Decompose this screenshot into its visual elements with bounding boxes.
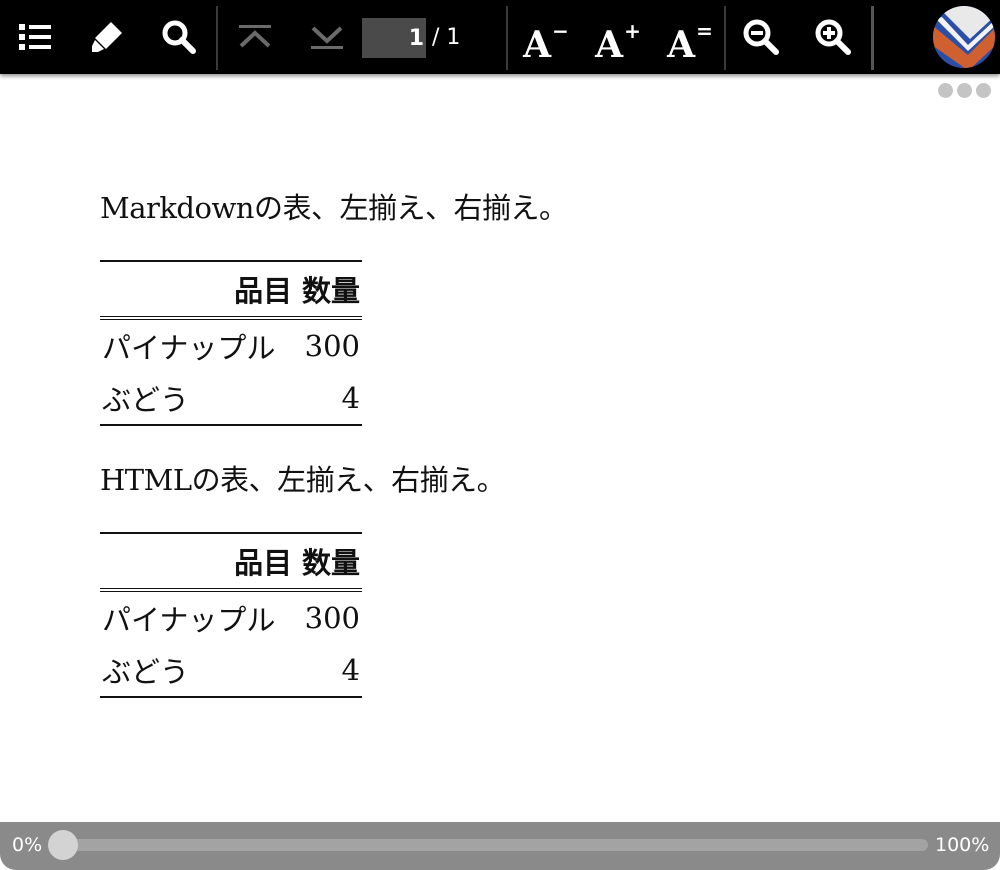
font-decrease-button[interactable]: A− xyxy=(518,10,574,66)
dot xyxy=(938,83,953,98)
toolbar-separator xyxy=(216,6,218,70)
table-row: パイナップル 300 xyxy=(100,590,362,644)
column-header: 数量 xyxy=(294,261,362,320)
table-cell: ぶどう xyxy=(102,655,190,689)
table-row: ぶどう 4 xyxy=(100,644,362,697)
page-number-input[interactable] xyxy=(362,18,426,58)
data-table: 品目 数量 パイナップル 300 ぶどう 4 xyxy=(100,532,362,698)
list-icon[interactable] xyxy=(12,12,58,62)
document-content: Markdownの表、左揃え、右揃え。 品目 数量 パイナップル 300 ぶどう… xyxy=(100,180,900,724)
table-cell: 4 xyxy=(341,381,360,415)
section-caption: Markdownの表、左揃え、右揃え。 xyxy=(100,191,568,225)
font-decrease-icon: A xyxy=(523,24,552,66)
font-increase-sup: + xyxy=(624,19,641,43)
column-header: 数量 xyxy=(294,533,362,592)
column-header: 品目 xyxy=(100,261,295,320)
table-cell: パイナップル xyxy=(102,331,276,365)
data-table: 品目 数量 パイナップル 300 ぶどう 4 xyxy=(100,260,362,426)
table-row: ぶどう 4 xyxy=(100,372,362,425)
search-icon[interactable] xyxy=(156,12,202,62)
table-cell: ぶどう xyxy=(102,383,190,417)
table-cell: 300 xyxy=(304,329,360,363)
more-options-icon[interactable] xyxy=(938,83,991,98)
dot xyxy=(976,83,991,98)
font-reset-button[interactable]: A= xyxy=(662,10,718,66)
progress-start-label: 0% xyxy=(12,834,43,856)
font-reset-sup: = xyxy=(696,19,713,43)
font-reset-icon: A xyxy=(667,24,696,66)
page-total: / 1 xyxy=(432,25,461,50)
toolbar-separator xyxy=(724,6,726,70)
toolbar-separator xyxy=(871,6,874,70)
zoom-in-icon[interactable] xyxy=(810,12,856,62)
progress-end-label: 100% xyxy=(935,834,990,856)
reading-progress-bar: 0% 100% xyxy=(0,822,1000,870)
font-decrease-sup: − xyxy=(552,19,569,43)
font-increase-button[interactable]: A+ xyxy=(590,10,646,66)
progress-slider-handle[interactable] xyxy=(48,830,78,860)
page-last-icon[interactable] xyxy=(304,12,350,62)
section-caption: HTMLの表、左揃え、右揃え。 xyxy=(100,463,506,497)
toolbar: / 1 A− A+ A= xyxy=(0,0,1000,74)
zoom-out-icon[interactable] xyxy=(738,12,784,62)
table-header-row: 品目 数量 xyxy=(100,533,362,592)
toolbar-separator xyxy=(506,6,508,70)
column-header: 品目 xyxy=(100,533,295,592)
table-row: パイナップル 300 xyxy=(100,318,362,372)
table-cell: パイナップル xyxy=(102,603,276,637)
progress-track[interactable] xyxy=(62,839,928,851)
table-cell: 300 xyxy=(304,601,360,635)
app-logo-icon[interactable] xyxy=(932,5,996,69)
page-first-icon[interactable] xyxy=(232,12,278,62)
highlighter-icon[interactable] xyxy=(84,12,130,62)
font-increase-icon: A xyxy=(595,24,624,66)
table-cell: 4 xyxy=(341,653,360,687)
table-header-row: 品目 数量 xyxy=(100,261,362,320)
dot xyxy=(957,83,972,98)
